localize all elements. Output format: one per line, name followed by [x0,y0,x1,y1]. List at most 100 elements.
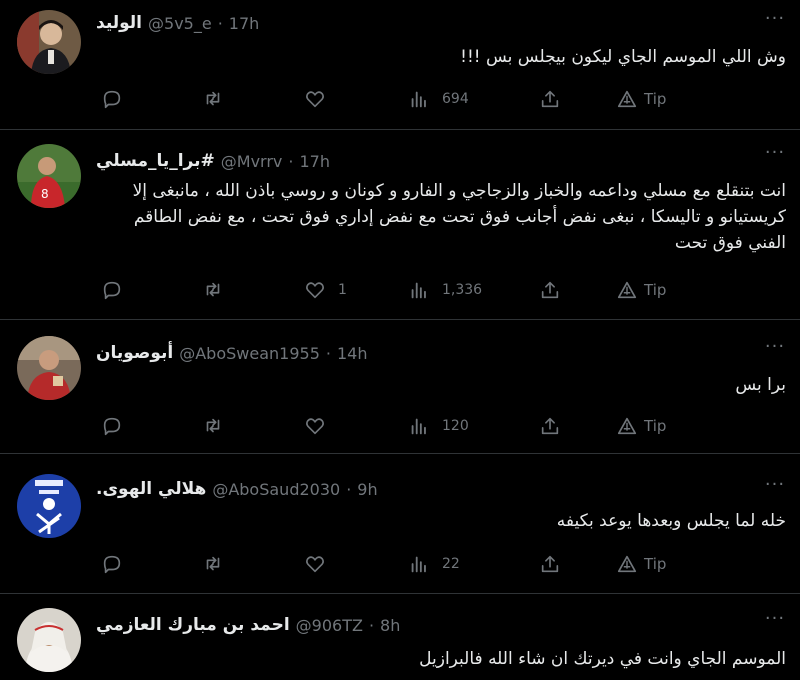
more-icon[interactable]: ··· [764,476,786,494]
views-button[interactable]: 22 [408,552,460,576]
retweet-icon [206,418,220,433]
like-count: 1 [338,282,347,298]
svg-text:8: 8 [41,187,49,201]
avatar[interactable] [17,608,81,672]
timestamp[interactable]: 8h [380,616,400,635]
tip-button[interactable]: Tip [616,552,666,576]
tweet-card[interactable]: ··· أبوصويان @AboSwean1955 · 14h برا بس 12… [0,320,800,454]
retweet-button[interactable] [202,87,224,111]
share-icon [541,555,559,573]
display-name[interactable]: الوليد [96,13,142,33]
tweet-meta: @AboSaud2030 · 9h [212,480,377,499]
like-button[interactable] [304,87,338,111]
tweet-text: برا بس [735,375,786,395]
share-button[interactable] [539,278,561,302]
separator: · [325,343,331,363]
views-count: 22 [442,556,460,572]
like-icon [306,556,324,573]
display-name[interactable]: احمد بن مبارك العازمي [96,615,290,635]
like-button[interactable]: 1 [304,278,347,302]
tip-button[interactable]: Tip [616,87,666,111]
tweet-card[interactable]: ··· هلالي الهوى. @AboSaud2030 · 9h خله لما… [0,454,800,594]
action-bar: 120 Tip [0,414,800,438]
tweet-meta: @AboSwean1955 · 14h [179,344,367,363]
views-icon [411,418,426,435]
retweet-button[interactable] [202,414,224,438]
views-count: 120 [442,418,469,434]
like-icon [306,418,324,435]
tweet-card[interactable]: ··· احمد بن مبارك العازمي @906TZ · 8h المو… [0,594,800,680]
avatar[interactable] [17,336,81,400]
views-icon [411,282,426,299]
views-button[interactable]: 694 [408,87,469,111]
share-button[interactable] [539,552,561,576]
action-bar: 694 Tip [0,87,800,111]
separator: · [288,151,294,171]
share-button[interactable] [539,414,561,438]
retweet-button[interactable] [202,278,224,302]
views-count: 1,336 [442,282,483,298]
views-icon [411,556,426,573]
retweet-icon [206,556,220,571]
views-button[interactable]: 1,336 [408,278,482,302]
display-name[interactable]: هلالي الهوى. [96,479,206,499]
action-bar: 1 1,336 Tip [0,278,800,302]
tweet-header: #برا_يا_مسلي @Mvrrv · 17h [96,148,330,174]
timestamp[interactable]: 14h [337,344,368,363]
tweet-text: انت بتنقلع مع مسلي وداعمه والخباز والزجا… [132,181,786,253]
reply-button[interactable] [101,414,123,438]
tweet-feed: ··· الوليد @5v5_e · 17h وش اللي الموسم الج… [0,0,800,680]
handle[interactable]: @5v5_e [148,14,212,33]
views-icon [411,91,426,108]
retweet-icon [206,91,220,106]
display-name[interactable]: أبوصويان [96,343,173,363]
reply-button[interactable] [101,87,123,111]
handle[interactable]: @Mvrrv [221,152,283,171]
timestamp[interactable]: 17h [229,14,260,33]
tweet-text: وش اللي الموسم الجاي ليكون بيجلس بس !!! [460,47,786,67]
tweet-text: خله لما يجلس وبعدها يوعد بكيفه [556,511,786,531]
like-icon [306,282,324,299]
tip-button[interactable]: Tip [616,414,666,438]
tip-icon [617,555,637,573]
reply-icon [103,90,121,109]
avatar[interactable]: 8 [17,144,81,208]
reply-icon [103,281,121,300]
reply-button[interactable] [101,278,123,302]
tweet-card[interactable]: ··· الوليد @5v5_e · 17h وش اللي الموسم الج… [0,0,800,130]
reply-button[interactable] [101,552,123,576]
more-icon[interactable]: ··· [764,338,786,356]
views-button[interactable]: 120 [408,414,469,438]
separator: · [368,615,375,635]
tweet-meta: @Mvrrv · 17h [221,152,330,171]
tweet-header: احمد بن مبارك العازمي @906TZ · 8h [96,612,400,638]
retweet-button[interactable] [202,552,224,576]
action-bar: 22 Tip [0,552,800,576]
reply-icon [103,555,121,574]
share-icon [541,281,559,299]
avatar[interactable] [17,474,81,538]
avatar[interactable] [17,10,81,74]
tweet-header: هلالي الهوى. @AboSaud2030 · 9h [96,476,378,502]
share-button[interactable] [539,87,561,111]
tweet-card[interactable]: 8 ··· #برا_يا_مسلي @Mvrrv · 17h انت بتنقلع… [0,130,800,320]
tip-label: Tip [644,281,667,299]
like-button[interactable] [304,552,338,576]
timestamp[interactable]: 17h [299,152,330,171]
display-name[interactable]: #برا_يا_مسلي [96,151,215,171]
handle[interactable]: @AboSaud2030 [212,480,340,499]
handle[interactable]: @AboSwean1955 [179,344,320,363]
tweet-meta: @5v5_e · 17h [148,14,259,33]
tip-button[interactable]: Tip [616,278,666,302]
more-icon[interactable]: ··· [764,610,786,628]
tip-icon [617,90,637,108]
retweet-icon [206,282,220,297]
more-icon[interactable]: ··· [764,10,786,28]
handle[interactable]: @906TZ [296,616,363,635]
separator: · [217,13,223,33]
tweet-header: الوليد @5v5_e · 17h [96,10,259,36]
tweet-meta: @906TZ · 8h [296,616,401,635]
timestamp[interactable]: 9h [357,480,377,499]
more-icon[interactable]: ··· [764,144,786,162]
like-button[interactable] [304,414,338,438]
